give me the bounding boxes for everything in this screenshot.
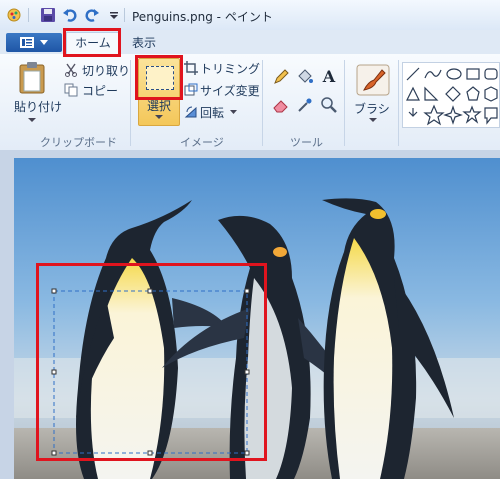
save-icon[interactable] [40, 7, 56, 23]
clipboard-icon [19, 62, 45, 94]
chevron-down-icon [40, 40, 48, 45]
magnifier-icon[interactable] [320, 96, 338, 114]
copy-button[interactable]: コピー [64, 82, 126, 100]
select-button-highlight [135, 55, 183, 100]
shapes-gallery[interactable] [402, 62, 500, 128]
image-group-label: イメージ [180, 136, 224, 149]
crop-icon [184, 61, 198, 75]
eraser-icon[interactable] [272, 96, 290, 114]
menu-icon [20, 37, 34, 48]
text-tool-icon[interactable]: A [320, 67, 338, 86]
crop-button[interactable]: トリミング [184, 60, 264, 78]
scissors-icon [65, 63, 77, 77]
brush-icon [356, 64, 390, 96]
window-title: Penguins.png - ペイント [132, 10, 273, 24]
home-tab-highlight [63, 28, 121, 57]
resize-button[interactable]: サイズ変更 [184, 82, 264, 100]
chevron-down-icon [155, 115, 163, 119]
undo-icon[interactable] [62, 7, 78, 23]
group-separator [130, 60, 131, 146]
redo-icon[interactable] [84, 7, 100, 23]
cut-label: 切り取り [82, 64, 131, 78]
group-separator [344, 60, 345, 146]
brushes-button[interactable]: ブラシ [350, 60, 396, 128]
brushes-label: ブラシ [354, 102, 390, 116]
paste-button[interactable]: 貼り付け [4, 58, 63, 130]
group-separator [262, 60, 263, 146]
rotate-button[interactable]: 回転 [184, 104, 264, 122]
chevron-down-icon [230, 110, 237, 114]
separator [124, 8, 125, 22]
tab-view[interactable]: 表示 [132, 34, 156, 51]
separator [28, 8, 29, 22]
shapes-icons [406, 67, 498, 126]
chevron-down-icon [369, 118, 377, 122]
paint-menu-button[interactable] [6, 33, 62, 52]
rotate-icon [184, 106, 197, 118]
group-separator [398, 60, 399, 146]
paint-app-icon[interactable] [6, 7, 22, 23]
fill-bucket-icon[interactable] [296, 68, 314, 86]
customize-toolbar-dropdown-icon[interactable] [106, 7, 122, 23]
paste-label: 貼り付け [14, 100, 63, 114]
ribbon: 貼り付け 切り取り コピー クリップボード 選択 トリミング サイズ変更 回転 … [0, 54, 500, 151]
selection-area-highlight [36, 263, 267, 461]
color-picker-icon[interactable] [296, 96, 314, 114]
clipboard-group-label: クリップボード [40, 136, 117, 149]
resize-icon [184, 83, 198, 96]
rotate-label: 回転 [200, 106, 225, 120]
copy-icon [64, 83, 78, 97]
pencil-icon[interactable] [272, 68, 290, 86]
title-bar: Penguins.png - ペイント [0, 0, 500, 31]
chevron-down-icon [28, 118, 36, 122]
copy-label: コピー [82, 84, 119, 98]
crop-label: トリミング [200, 62, 261, 76]
cut-button[interactable]: 切り取り [64, 62, 130, 80]
resize-label: サイズ変更 [200, 84, 260, 98]
tools-group-label: ツール [290, 136, 323, 149]
